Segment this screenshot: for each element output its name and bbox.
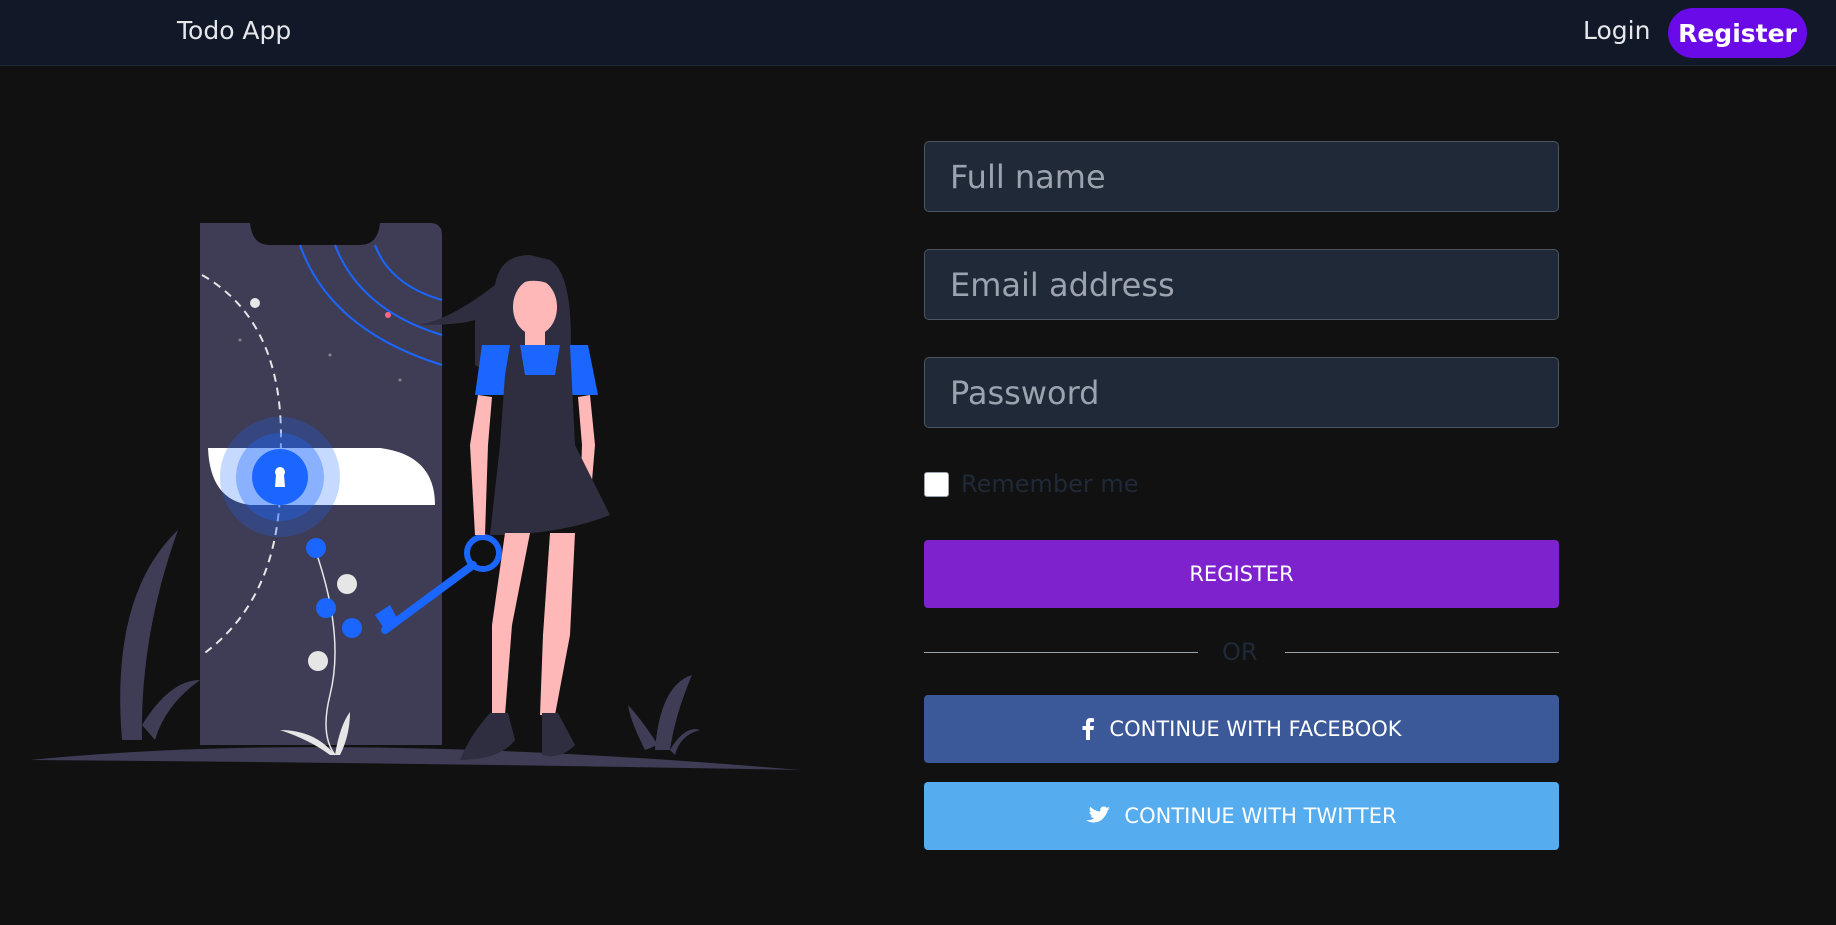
remember-me-label[interactable]: Remember me <box>961 470 1139 498</box>
facebook-login-button[interactable]: CONTINUE WITH FACEBOOK <box>924 695 1559 763</box>
password-input[interactable] <box>924 357 1559 428</box>
login-illustration <box>30 223 800 770</box>
navbar: Todo App Login Register <box>0 0 1836 66</box>
fullname-input[interactable] <box>924 141 1559 212</box>
facebook-button-label: CONTINUE WITH FACEBOOK <box>1109 717 1402 741</box>
email-input[interactable] <box>924 249 1559 320</box>
remember-me-checkbox[interactable] <box>924 471 949 497</box>
register-submit-button[interactable]: REGISTER <box>924 540 1559 608</box>
nav-register-button[interactable]: Register <box>1668 8 1807 58</box>
twitter-button-label: CONTINUE WITH TWITTER <box>1124 804 1397 828</box>
twitter-icon <box>1086 806 1111 823</box>
divider-line-right <box>1285 652 1559 653</box>
nav-login-link[interactable]: Login <box>1583 16 1650 45</box>
facebook-icon <box>1082 718 1095 740</box>
divider-or-text: OR <box>1222 638 1258 666</box>
brand-title[interactable]: Todo App <box>177 16 291 45</box>
remember-me: Remember me <box>924 470 1139 498</box>
twitter-login-button[interactable]: CONTINUE WITH TWITTER <box>924 782 1559 850</box>
divider-line-left <box>924 652 1198 653</box>
